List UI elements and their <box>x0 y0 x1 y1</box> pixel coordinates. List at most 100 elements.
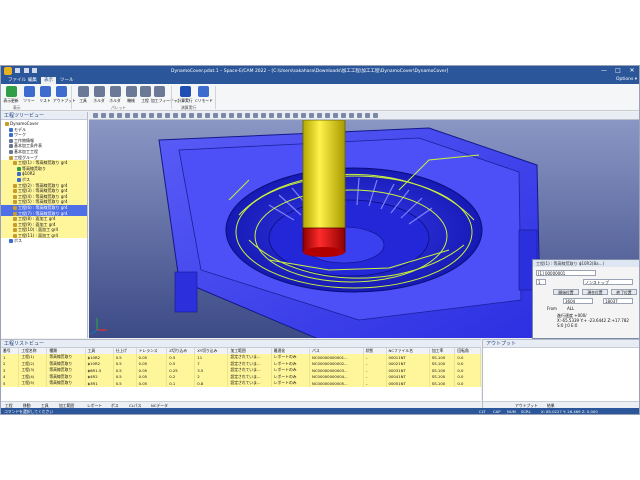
view-tool-icon[interactable] <box>165 113 170 118</box>
menu-tab-edit[interactable]: 編集 <box>25 77 40 84</box>
view-tool-icon[interactable] <box>253 113 258 118</box>
ribbon-button-label: 表示更新 <box>3 98 19 103</box>
ribbon-button-2[interactable]: リスト <box>37 85 53 105</box>
view-tool-icon[interactable] <box>349 113 354 118</box>
ribbon-group-label: 表示 <box>13 105 21 110</box>
view-tool-icon[interactable] <box>269 113 274 118</box>
ribbon-separator <box>171 86 172 109</box>
end-position-button[interactable]: 終了位置 <box>611 289 637 295</box>
view-tool-icon[interactable] <box>325 113 330 118</box>
view-tool-icon[interactable] <box>317 113 322 118</box>
title-bar: DynamoCover.pdat.1 – Space-E/CAM 2022 – … <box>1 66 639 76</box>
tree-item[interactable]: ボス <box>1 238 87 244</box>
view-tool-icon[interactable] <box>333 113 338 118</box>
ribbon-button-6[interactable]: ホルダ <box>107 85 123 105</box>
view-tool-icon[interactable] <box>237 113 242 118</box>
table-cell: 設定されていま... <box>227 380 272 387</box>
tree-node-icon <box>5 122 9 126</box>
ribbon-button-10[interactable]: 計算実行 <box>177 85 193 105</box>
tree-item-label: 工程(4) : 等高線荒取り gr4 <box>18 193 68 199</box>
start-position-button[interactable]: 開始位置 <box>553 289 579 295</box>
close-button[interactable]: ✕ <box>625 66 639 76</box>
redo-icon[interactable] <box>32 68 38 73</box>
ribbon-button-11[interactable]: Cリモード <box>195 85 213 105</box>
count-a-field[interactable]: 3604 <box>563 298 593 304</box>
view-tool-icon[interactable] <box>109 113 114 118</box>
operation-select[interactable]: [1] 00000001 <box>536 270 596 276</box>
tree-node-icon <box>13 233 17 238</box>
view-tool-icon[interactable] <box>93 113 98 118</box>
play-icon <box>179 86 191 97</box>
app-logo-icon <box>4 67 12 75</box>
table-cell: 0.8 <box>194 380 229 387</box>
step-field[interactable]: 1 <box>536 279 546 285</box>
view-tool-icon[interactable] <box>365 113 370 118</box>
tree-node-icon <box>13 189 17 194</box>
view-tool-icon[interactable] <box>293 113 298 118</box>
menu-tab-tools[interactable]: ツール <box>57 77 77 84</box>
view-tool-icon[interactable] <box>277 113 282 118</box>
view-tool-icon[interactable] <box>229 113 234 118</box>
ribbon-button-9[interactable]: 加工フィーチャ <box>151 85 178 105</box>
view-tool-icon[interactable] <box>181 113 186 118</box>
table-row[interactable]: 5 工程(5) 等高線荒取り ϕ3R1 0.5 0.05 0.1 0.8 設定されていま... レ… <box>1 380 481 387</box>
current-position-button[interactable]: 現在位置 <box>582 289 608 295</box>
ribbon-button-3[interactable]: アウトプット <box>53 85 76 105</box>
status-bar: コマンドを選択してください CLT CAP NUM SCRL X: 85.022… <box>1 408 639 414</box>
view-tool-icon[interactable] <box>157 113 162 118</box>
view-tool-icon[interactable] <box>101 113 106 118</box>
view-tool-icon[interactable] <box>309 113 314 118</box>
view-tool-icon[interactable] <box>173 113 178 118</box>
mode-select[interactable]: ノンストップ <box>583 279 633 285</box>
minimize-button[interactable]: — <box>597 66 611 76</box>
process-tree-panel: 工程ツリービュー DynamoCover モデル ワーク 工作物情報 基本加工条件表 基本… <box>1 112 88 338</box>
ribbon-button-1[interactable]: ツリー <box>21 85 37 105</box>
machine-icon <box>125 86 137 97</box>
count-b-field[interactable]: 18037 <box>603 298 633 304</box>
ribbon-button-label: Cリモード <box>195 98 213 103</box>
undo-icon[interactable] <box>23 68 29 73</box>
view-tool-icon[interactable] <box>213 113 218 118</box>
view-tool-icon[interactable] <box>133 113 138 118</box>
options-menu[interactable]: Options ▾ <box>616 77 637 82</box>
ribbon-group-label: 演算実行 <box>181 105 197 110</box>
tree-node-icon <box>13 222 17 227</box>
view-tool-icon[interactable] <box>141 113 146 118</box>
ribbon-button-5[interactable]: ホルダ <box>91 85 107 105</box>
view-tool-icon[interactable] <box>189 113 194 118</box>
process-tree-title: 工程ツリービュー <box>1 112 87 120</box>
view-tool-icon[interactable] <box>373 113 378 118</box>
view-tool-icon[interactable] <box>221 113 226 118</box>
ribbon-group-label: パレット <box>111 105 127 110</box>
ribbon-button-0[interactable]: 表示更新 <box>3 85 19 105</box>
output-panel-title: アウトプット <box>483 340 639 348</box>
view-tool-icon[interactable] <box>205 113 210 118</box>
tree-node-icon <box>9 149 13 154</box>
feature-icon <box>153 86 165 97</box>
view-tool-icon[interactable] <box>197 113 202 118</box>
view-tool-icon[interactable] <box>117 113 122 118</box>
tree-item-label: 工程(3) : 等高線荒取り gr4 <box>18 188 68 194</box>
table-cell: 0.5 <box>113 380 137 387</box>
ribbon-button-label: 加工フィーチャ <box>151 98 178 103</box>
tree-item-label: 工程(9) : 面加工 gr4 <box>18 221 56 227</box>
view-tool-icon[interactable] <box>261 113 266 118</box>
ribbon-button-label: 工具 <box>79 98 87 103</box>
view-tool-icon[interactable] <box>285 113 290 118</box>
view-tool-icon[interactable] <box>301 113 306 118</box>
menu-tab-view[interactable]: 表示 <box>41 77 56 84</box>
view-tool-icon[interactable] <box>125 113 130 118</box>
tree-node-icon <box>17 166 21 171</box>
view-tool-icon[interactable] <box>357 113 362 118</box>
table-cell: 0.05 <box>136 380 168 387</box>
table-cell: ϕ3R1 <box>85 380 114 387</box>
view-tool-icon[interactable] <box>341 113 346 118</box>
ribbon-button-4[interactable]: 工具 <box>75 85 91 105</box>
save-icon[interactable] <box>15 68 20 73</box>
tree-item-label: ϕ10R2 <box>22 171 36 177</box>
window-controls: — □ ✕ <box>597 66 639 76</box>
maximize-button[interactable]: □ <box>611 66 625 76</box>
tree-node-icon <box>13 161 17 166</box>
view-tool-icon[interactable] <box>149 113 154 118</box>
view-tool-icon[interactable] <box>245 113 250 118</box>
